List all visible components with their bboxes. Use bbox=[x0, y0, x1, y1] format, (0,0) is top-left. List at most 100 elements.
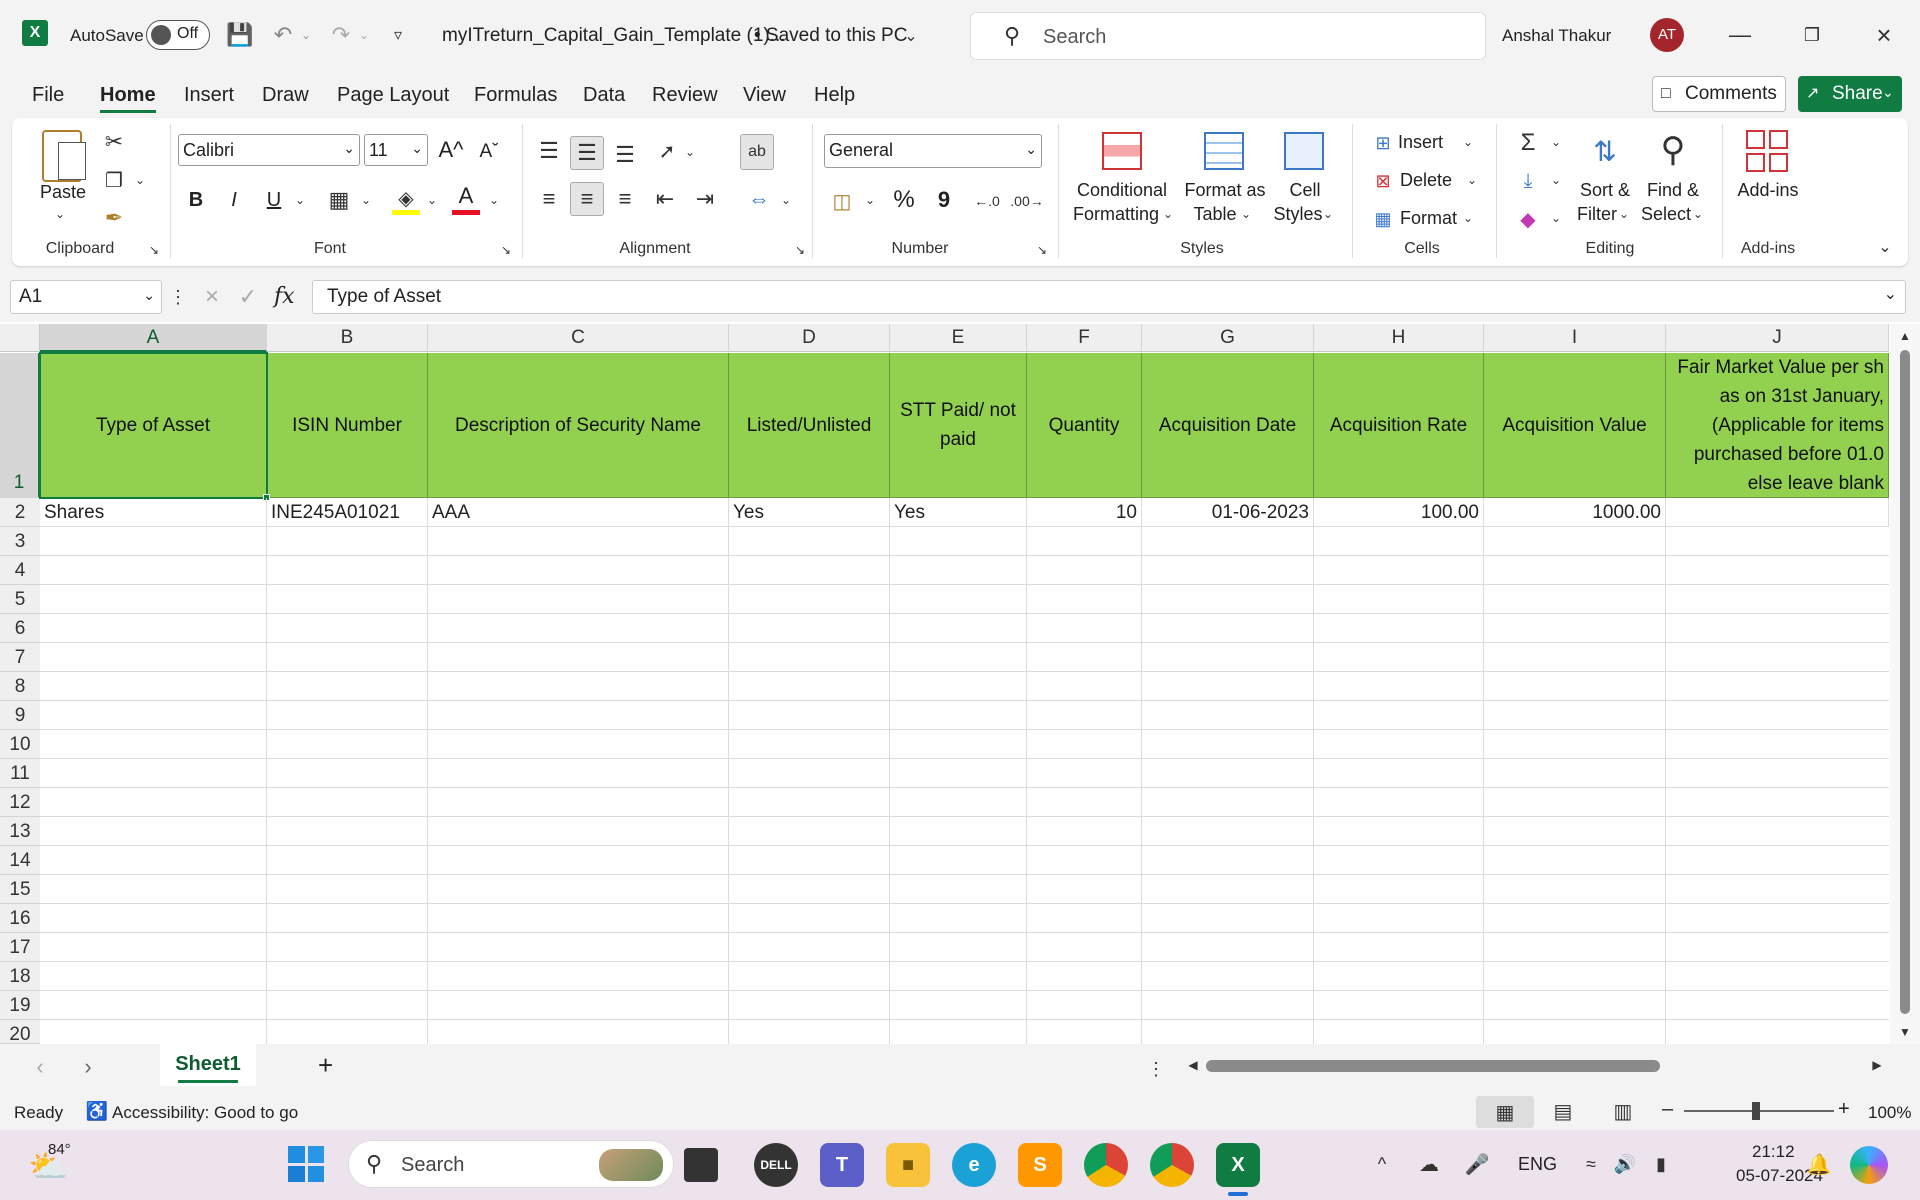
chevron-down-icon[interactable]: ⌄ bbox=[1690, 204, 1706, 224]
restore-icon[interactable]: ❐ bbox=[1794, 20, 1830, 50]
row-header-16[interactable]: 16 bbox=[0, 904, 40, 933]
cell-c1[interactable]: Description of Security Name bbox=[428, 353, 729, 498]
align-left-icon[interactable]: ≡ bbox=[534, 184, 564, 214]
language-indicator[interactable]: ENG bbox=[1518, 1154, 1557, 1175]
avatar[interactable]: AT bbox=[1650, 18, 1684, 52]
save-icon[interactable]: 💾 bbox=[225, 20, 255, 50]
zoom-in-button[interactable]: + bbox=[1838, 1098, 1850, 1121]
row-header-1[interactable]: 1 bbox=[0, 353, 40, 498]
column-header-j[interactable]: J bbox=[1666, 324, 1889, 352]
row-header-14[interactable]: 14 bbox=[0, 846, 40, 875]
fill-icon[interactable]: ⤓ bbox=[1512, 166, 1544, 196]
page-break-view-icon[interactable]: ▥ bbox=[1608, 1098, 1638, 1124]
autosum-dropdown-icon[interactable]: ⌄ bbox=[1548, 132, 1564, 152]
cell-f2[interactable]: 10 bbox=[1027, 498, 1142, 527]
zoom-out-button[interactable]: – bbox=[1662, 1098, 1673, 1121]
insert-cells-button[interactable]: Insert bbox=[1398, 130, 1448, 154]
normal-view-button[interactable]: ▦ bbox=[1476, 1096, 1534, 1128]
scroll-left-icon[interactable]: ◀ bbox=[1184, 1056, 1202, 1074]
tab-file[interactable]: File bbox=[32, 84, 64, 107]
row-header-15[interactable]: 15 bbox=[0, 875, 40, 904]
align-bottom-icon[interactable]: ☰ bbox=[610, 140, 640, 170]
notification-bell-icon[interactable]: 🔔 bbox=[1806, 1150, 1832, 1178]
number-format-select[interactable]: General ⌄ bbox=[824, 134, 1042, 168]
cell-d2[interactable]: Yes bbox=[729, 498, 890, 527]
confirm-entry-icon[interactable]: ✓ bbox=[234, 282, 262, 312]
cell-d1[interactable]: Listed/Unlisted bbox=[729, 353, 890, 498]
customize-toolbar-icon[interactable]: ▿ bbox=[386, 22, 410, 48]
add-sheet-button[interactable]: + bbox=[318, 1050, 333, 1081]
row-header-2[interactable]: 2 bbox=[0, 498, 40, 527]
chevron-down-icon[interactable]: ⌄ bbox=[1238, 204, 1254, 224]
cell-a2[interactable]: Shares bbox=[40, 498, 267, 527]
horizontal-scrollbar[interactable]: ◀ ▶ bbox=[1180, 1052, 1890, 1078]
chevron-down-icon[interactable]: ⌄ bbox=[1460, 208, 1476, 228]
clock-time[interactable]: 21:12 bbox=[1752, 1142, 1795, 1162]
paste-dropdown-icon[interactable]: ⌄ bbox=[50, 204, 70, 224]
conditional-formatting-line2[interactable]: Formatting bbox=[1066, 202, 1166, 226]
sheet-tab-sheet1[interactable]: Sheet1 bbox=[160, 1044, 256, 1086]
cell-f1[interactable]: Quantity bbox=[1027, 353, 1142, 498]
zoom-slider-thumb[interactable] bbox=[1752, 1102, 1760, 1120]
align-middle-icon[interactable]: ☰ bbox=[570, 136, 604, 170]
font-color-dropdown-icon[interactable]: ⌄ bbox=[486, 190, 502, 210]
scroll-down-icon[interactable]: ▼ bbox=[1896, 1024, 1914, 1040]
conditional-formatting-button[interactable]: Conditional bbox=[1070, 178, 1174, 202]
row-header-10[interactable]: 10 bbox=[0, 730, 40, 759]
cell-h1[interactable]: Acquisition Rate bbox=[1314, 353, 1484, 498]
tab-help[interactable]: Help bbox=[814, 84, 855, 107]
column-header-d[interactable]: D bbox=[729, 324, 890, 352]
borders-icon[interactable]: ▦ bbox=[324, 186, 354, 214]
sort-filter-button[interactable]: Sort & bbox=[1572, 178, 1638, 202]
format-painter-icon[interactable]: ✒ bbox=[100, 204, 128, 232]
cell-c2[interactable]: AAA bbox=[428, 498, 729, 527]
vertical-scroll-thumb[interactable] bbox=[1900, 350, 1910, 1014]
italic-button[interactable]: I bbox=[222, 188, 246, 212]
accessibility-status[interactable]: Accessibility: Good to go bbox=[112, 1103, 298, 1123]
microphone-icon[interactable]: 🎤 bbox=[1464, 1150, 1490, 1178]
shrink-font-button[interactable]: Aˇ bbox=[474, 140, 504, 164]
chrome-icon[interactable] bbox=[1084, 1143, 1128, 1187]
font-color-button[interactable]: A bbox=[452, 184, 480, 208]
next-sheet-icon[interactable]: › bbox=[76, 1054, 100, 1080]
vertical-scrollbar[interactable]: ▲ ▼ bbox=[1890, 324, 1920, 1044]
more-options-icon[interactable]: ⋮ bbox=[1147, 1056, 1165, 1082]
column-header-f[interactable]: F bbox=[1027, 324, 1142, 352]
clear-dropdown-icon[interactable]: ⌄ bbox=[1548, 208, 1564, 228]
task-view-icon[interactable] bbox=[684, 1148, 718, 1182]
chevron-down-icon[interactable]: ⌄ bbox=[1460, 132, 1476, 152]
increase-indent-icon[interactable]: ⇥ bbox=[690, 184, 720, 214]
orientation-icon[interactable]: ➚ bbox=[652, 136, 682, 166]
taskbar-search[interactable]: ⚲ Search bbox=[348, 1140, 674, 1188]
edge-icon[interactable]: e bbox=[952, 1143, 996, 1187]
cell-styles-button[interactable]: Cell bbox=[1280, 178, 1330, 202]
undo-icon[interactable]: ↶ bbox=[268, 20, 298, 50]
dialog-launcher-icon[interactable]: ↘ bbox=[1034, 242, 1050, 258]
font-size-select[interactable]: 11 ⌄ bbox=[364, 134, 428, 166]
cell-styles-line2[interactable]: Styles bbox=[1270, 202, 1326, 226]
more-options-icon[interactable]: ⋮ bbox=[169, 282, 187, 312]
scroll-right-icon[interactable]: ▶ bbox=[1868, 1056, 1886, 1074]
row-header-8[interactable]: 8 bbox=[0, 672, 40, 701]
chevron-down-icon[interactable]: ⌄ bbox=[1160, 204, 1176, 224]
cell-h2[interactable]: 100.00 bbox=[1314, 498, 1484, 527]
volume-icon[interactable]: 🔊 bbox=[1612, 1150, 1638, 1178]
tab-view[interactable]: View bbox=[743, 84, 786, 107]
fill-dropdown-icon[interactable]: ⌄ bbox=[1548, 170, 1564, 190]
merge-center-icon[interactable]: ⇔ bbox=[744, 184, 774, 214]
page-layout-view-icon[interactable]: ▤ bbox=[1548, 1098, 1578, 1124]
cell-j1[interactable]: Fair Market Value per sh as on 31st Janu… bbox=[1666, 353, 1889, 498]
underline-dropdown-icon[interactable]: ⌄ bbox=[292, 190, 308, 210]
add-ins-button[interactable]: Add-ins bbox=[1728, 178, 1808, 202]
column-header-c[interactable]: C bbox=[428, 324, 729, 352]
battery-icon[interactable]: ▮ bbox=[1646, 1150, 1676, 1178]
percent-button[interactable]: % bbox=[890, 188, 918, 212]
chevron-down-icon[interactable]: ⌄ bbox=[1616, 204, 1632, 224]
clear-icon[interactable]: ◆ bbox=[1512, 204, 1544, 234]
underline-button[interactable]: U bbox=[262, 188, 286, 212]
cell-e1[interactable]: STT Paid/ not paid bbox=[890, 353, 1027, 498]
format-as-table-line2[interactable]: Table bbox=[1190, 202, 1240, 226]
share-button[interactable]: ↗ Share ⌄ bbox=[1798, 76, 1902, 112]
sort-filter-line2[interactable]: Filter bbox=[1572, 202, 1622, 226]
tab-formulas[interactable]: Formulas bbox=[474, 84, 557, 107]
